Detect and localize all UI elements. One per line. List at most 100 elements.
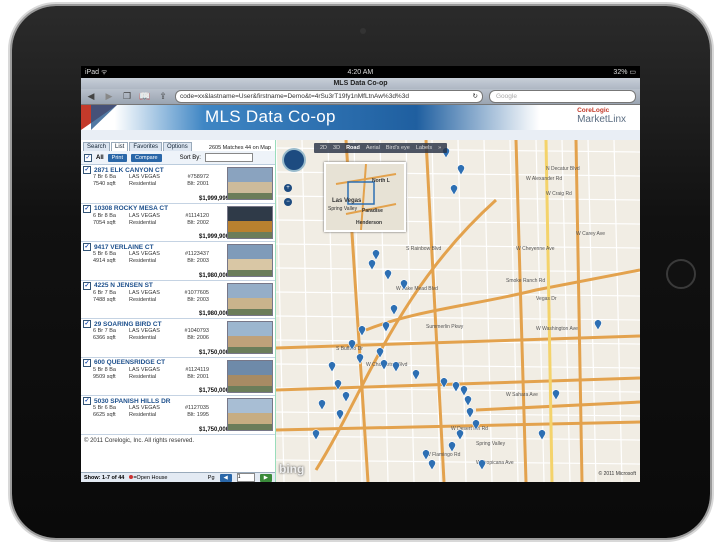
- camera-icon: [360, 28, 366, 34]
- map-pin-icon: [450, 184, 458, 196]
- listing-checkbox[interactable]: ✓: [83, 204, 91, 213]
- listing-item[interactable]: ✓ 2871 ELK CANYON CT 7 Br 6 Ba LAS VEGAS…: [81, 165, 275, 204]
- tab-search[interactable]: Search: [83, 142, 111, 151]
- map-view[interactable]: W Craig Rd W Alexander Rd W Cheyenne Ave W …: [276, 140, 640, 482]
- city: LAS VEGAS: [129, 328, 160, 334]
- street-label: Summerlin Pkwy: [426, 324, 464, 330]
- year-built: Blt: 2002: [187, 219, 209, 226]
- select-all-checkbox[interactable]: ✓: [84, 153, 92, 162]
- city: LAS VEGAS: [129, 251, 160, 257]
- map-tab[interactable]: Labels: [416, 145, 432, 151]
- square-feet: 9509 sqft: [93, 373, 116, 380]
- city: LAS VEGAS: [129, 212, 160, 219]
- listing-checkbox[interactable]: ✓: [83, 166, 91, 174]
- listing-address[interactable]: 10308 ROCKY MESA CT: [94, 205, 168, 212]
- map-tab[interactable]: 2D: [320, 145, 327, 151]
- map-tab[interactable]: Road: [346, 145, 360, 151]
- listing-address[interactable]: 5030 SPANISH HILLS DR: [94, 398, 170, 405]
- list-controls: ✓ All Print Compare Sort By:: [81, 151, 275, 165]
- mls-number: #1124119: [185, 366, 209, 373]
- map-tab[interactable]: Bird's eye: [386, 145, 410, 151]
- beds-baths: 5 Br 6 Ba: [93, 405, 116, 411]
- zoom-out-button[interactable]: −: [284, 198, 292, 206]
- property-type: Residential: [129, 258, 157, 264]
- forward-icon[interactable]: ▶: [103, 91, 115, 102]
- mls-number: #758972: [187, 174, 209, 180]
- home-button[interactable]: [666, 259, 696, 289]
- reload-icon[interactable]: ↻: [473, 91, 478, 102]
- open-house-label: =Open House: [133, 474, 168, 481]
- square-feet: 6625 sqft: [93, 412, 116, 418]
- page-select[interactable]: 1: [236, 473, 255, 482]
- street-label: W Sahara Ave: [506, 392, 538, 398]
- listing-photo[interactable]: [227, 205, 273, 239]
- zoom-in-button[interactable]: +: [284, 184, 292, 192]
- tab-list[interactable]: List: [111, 142, 129, 151]
- share-icon[interactable]: ⇪: [157, 91, 169, 102]
- listing-checkbox[interactable]: ✓: [83, 281, 91, 290]
- listing-photo[interactable]: [227, 359, 273, 393]
- inset-label: Spring Valley: [328, 206, 358, 212]
- listing-item[interactable]: ✓ 4225 N JENSEN ST 6 Br 7 Ba LAS VEGAS #…: [81, 281, 275, 319]
- bing-logo: bing: [279, 462, 305, 476]
- listing-address[interactable]: 2871 ELK CANYON CT: [94, 167, 164, 174]
- results-panel: Search List Favorites Options 2605 Match…: [81, 140, 276, 482]
- back-icon[interactable]: ◀: [85, 91, 97, 102]
- minor-street: [276, 291, 640, 297]
- city: LAS VEGAS: [129, 366, 160, 373]
- listing-checkbox[interactable]: ✓: [83, 320, 91, 328]
- pages-icon[interactable]: ❐: [121, 91, 133, 102]
- compass-icon[interactable]: [282, 148, 306, 172]
- property-type: Residential: [129, 181, 157, 187]
- overview-map[interactable]: Las Vegas North L Paradise Henderson Spr…: [324, 162, 406, 232]
- map-tab[interactable]: Aerial: [366, 145, 380, 151]
- tab-favorites[interactable]: Favorites: [129, 142, 163, 151]
- bookmarks-icon[interactable]: 📖: [139, 91, 151, 102]
- beds-baths: 6 Br 8 Ba: [93, 212, 116, 219]
- mls-number: #1127035: [184, 405, 209, 411]
- listing-address[interactable]: 4225 N JENSEN ST: [94, 282, 153, 289]
- street-label: N Decatur Blvd: [546, 166, 580, 172]
- status-bar: iPad ᯤ 4:20 AM 32% ▭: [81, 66, 640, 78]
- listing-item[interactable]: ✓ 600 QUEENSRIDGE CT 5 Br 8 Ba LAS VEGAS…: [81, 358, 275, 396]
- listing-address[interactable]: 600 QUEENSRIDGE CT: [94, 359, 165, 366]
- compare-button[interactable]: Compare: [130, 153, 162, 162]
- print-button[interactable]: Print: [107, 153, 127, 162]
- listing-list: ✓ 2871 ELK CANYON CT 7 Br 6 Ba LAS VEGAS…: [81, 165, 275, 435]
- listing-item[interactable]: ✓ 5030 SPANISH HILLS DR 5 Br 6 Ba LAS VE…: [81, 396, 275, 435]
- search-input[interactable]: Google: [489, 90, 636, 103]
- square-feet: 4914 sqft: [93, 258, 116, 264]
- listing-photo[interactable]: [227, 321, 273, 354]
- listing-checkbox[interactable]: ✓: [83, 397, 91, 405]
- map-tab[interactable]: 3D: [333, 145, 340, 151]
- listing-item[interactable]: ✓ 9417 VERLAINE CT 5 Br 6 Ba LAS VEGAS #…: [81, 242, 275, 281]
- tab-options[interactable]: Options: [163, 142, 192, 151]
- year-built: Blt: 2001: [187, 181, 209, 187]
- prev-page-button[interactable]: ◀: [219, 473, 232, 482]
- listing-checkbox[interactable]: ✓: [83, 243, 91, 251]
- minor-street: [276, 459, 640, 465]
- map-copyright: © 2011 Microsoft: [598, 471, 637, 477]
- map-pin-icon: [384, 269, 392, 281]
- copyright: © 2011 Corelogic, Inc. All rights reserv…: [84, 437, 195, 444]
- url-field[interactable]: code=xx&lastname=User&firstname=Demo&t=4…: [175, 90, 483, 103]
- listing-photo[interactable]: [227, 244, 273, 277]
- listing-photo[interactable]: [227, 167, 273, 200]
- listing-address[interactable]: 29 SOARING BIRD CT: [94, 321, 162, 328]
- map-tab[interactable]: »: [438, 145, 441, 151]
- listing-price: $1,980,000: [199, 272, 230, 279]
- listing-checkbox[interactable]: ✓: [83, 358, 91, 367]
- listing-address[interactable]: 9417 VERLAINE CT: [94, 244, 154, 251]
- listing-photo[interactable]: [227, 398, 273, 431]
- listing-item[interactable]: ✓ 10308 ROCKY MESA CT 6 Br 8 Ba LAS VEGA…: [81, 204, 275, 242]
- major-road: [475, 400, 640, 412]
- battery: 32% ▭: [613, 69, 636, 76]
- listing-photo[interactable]: [227, 282, 273, 316]
- inset-label: Henderson: [356, 220, 382, 226]
- sort-select[interactable]: [204, 153, 253, 162]
- street-label: S Buffalo Dr: [336, 346, 363, 352]
- next-page-button[interactable]: ▶: [259, 473, 272, 482]
- beds-baths: 5 Br 8 Ba: [93, 366, 116, 373]
- map-pin-icon: [464, 395, 472, 407]
- listing-item[interactable]: ✓ 29 SOARING BIRD CT 6 Br 7 Ba LAS VEGAS…: [81, 319, 275, 358]
